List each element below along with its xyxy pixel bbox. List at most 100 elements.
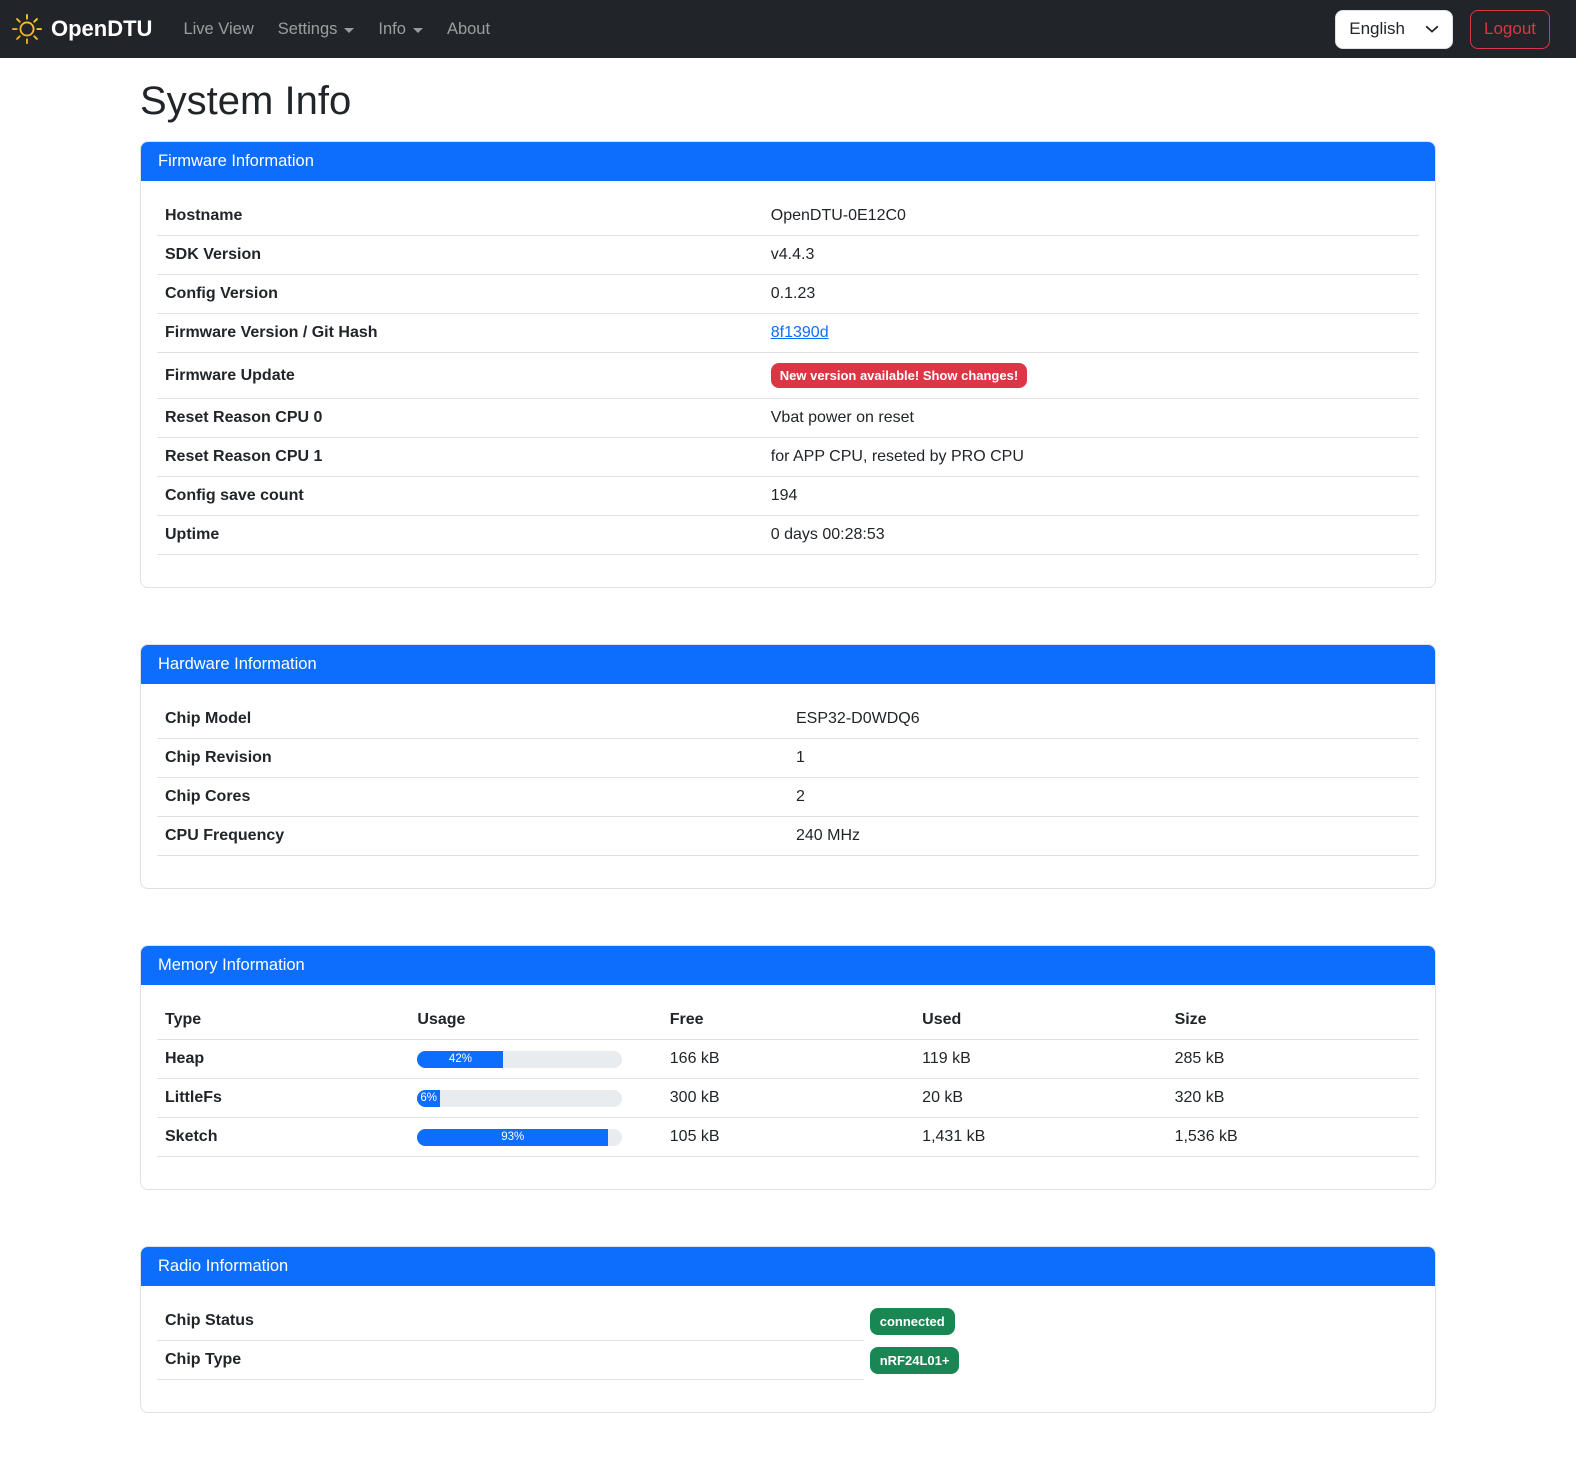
memory-used: 20 kB <box>914 1079 1166 1118</box>
page-title: System Info <box>140 79 1436 124</box>
nav-item-label: Settings <box>278 20 338 39</box>
row-value: 2 <box>788 778 1419 817</box>
logout-button[interactable]: Logout <box>1470 10 1550 49</box>
card-radio-information: Radio InformationChip StatusconnectedChi… <box>140 1246 1436 1413</box>
memory-type: LittleFs <box>157 1079 409 1118</box>
table-row: Chip Status connected <box>157 1302 1419 1341</box>
brand-link[interactable]: OpenDTU <box>12 14 152 44</box>
row-label: Chip Revision <box>157 739 788 778</box>
table-row: LittleFs6%300 kB20 kB320 kB <box>157 1079 1419 1118</box>
table-header-row: TypeUsageFreeUsedSize <box>157 1001 1419 1040</box>
card-body: Chip ModelESP32-D0WDQ6Chip Revision1Chip… <box>141 684 1435 888</box>
table-row: Config save count194 <box>157 477 1419 516</box>
row-label: Chip Cores <box>157 778 788 817</box>
card-header-title: Radio Information <box>141 1247 1435 1286</box>
nav-item-info[interactable]: Info <box>369 12 432 47</box>
git-hash-link[interactable]: 8f1390d <box>771 324 829 341</box>
table-row: Chip Type nRF24L01+ <box>157 1341 1419 1380</box>
navbar: OpenDTU Live View Settings Info About Engli… <box>0 0 1576 58</box>
row-value: Vbat power on reset <box>763 399 1419 438</box>
firmware-update-badge[interactable]: New version available! Show changes! <box>771 363 1027 388</box>
card-header-title: Memory Information <box>141 946 1435 985</box>
memory-size: 285 kB <box>1167 1040 1419 1079</box>
row-value: for APP CPU, reseted by PRO CPU <box>763 438 1419 477</box>
row-label: Reset Reason CPU 0 <box>157 399 763 438</box>
column-header-used: Used <box>914 1001 1166 1040</box>
column-header-size: Size <box>1167 1001 1419 1040</box>
progress-label: 93% <box>501 1131 524 1143</box>
chevron-down-icon <box>1425 22 1439 36</box>
row-label-text: Chip Type <box>165 1351 241 1369</box>
row-value: 1 <box>788 739 1419 778</box>
card-header-title: Firmware Information <box>141 142 1435 181</box>
language-selected-label: English <box>1349 19 1405 39</box>
row-value: 0.1.23 <box>763 275 1419 314</box>
main-content: System Info Firmware Information Hostname… <box>128 79 1448 1413</box>
memory-size: 1,536 kB <box>1167 1118 1419 1157</box>
table-row: Chip Cores2 <box>157 778 1419 817</box>
card-header-title: Hardware Information <box>141 645 1435 684</box>
row-value: connected <box>864 1302 955 1341</box>
memory-type: Heap <box>157 1040 409 1079</box>
table-row: Firmware Update New version available! Sh… <box>157 353 1419 399</box>
row-label: Chip Type <box>157 1341 864 1380</box>
memory-size: 320 kB <box>1167 1079 1419 1118</box>
progress-track: 42% <box>417 1051 622 1068</box>
language-select[interactable]: English <box>1335 10 1453 49</box>
table-row: CPU Frequency240 MHz <box>157 817 1419 856</box>
card-body: HostnameOpenDTU-0E12C0SDK Versionv4.4.3C… <box>141 181 1435 587</box>
info-table: HostnameOpenDTU-0E12C0SDK Versionv4.4.3C… <box>157 197 1419 555</box>
row-value: v4.4.3 <box>763 236 1419 275</box>
nav-item-label: Info <box>378 20 406 39</box>
progress-track: 6% <box>417 1090 622 1107</box>
row-label: Chip Status <box>157 1302 864 1341</box>
memory-used: 119 kB <box>914 1040 1166 1079</box>
table-row: Chip Revision1 <box>157 739 1419 778</box>
status-badge: nRF24L01+ <box>870 1347 960 1374</box>
nav-item-live-view[interactable]: Live View <box>174 12 262 47</box>
nav-item-about[interactable]: About <box>438 12 499 47</box>
memory-type: Sketch <box>157 1118 409 1157</box>
card-memory-information: Memory Information TypeUsageFreeUsedSizeH… <box>140 945 1436 1190</box>
row-value: nRF24L01+ <box>864 1341 960 1380</box>
progress-bar: 6% <box>417 1090 440 1107</box>
spacer <box>157 1380 1419 1396</box>
card-hardware-information: Hardware Information Chip ModelESP32-D0WD… <box>140 644 1436 889</box>
row-label: Config save count <box>157 477 763 516</box>
nav-item-label: Live View <box>183 20 253 39</box>
table-row: Heap 42% 166 kB119 kB285 kB <box>157 1040 1419 1079</box>
memory-free: 166 kB <box>662 1040 914 1079</box>
table-row: Firmware Version / Git Hash 8f1390d <box>157 314 1419 353</box>
row-label-text: Chip Status <box>165 1312 254 1330</box>
caret-down-icon <box>344 28 354 33</box>
row-label: SDK Version <box>157 236 763 275</box>
table-row: Config Version0.1.23 <box>157 275 1419 314</box>
memory-usage: 6% <box>409 1079 661 1118</box>
row-value: 0 days 00:28:53 <box>763 516 1419 555</box>
cards-container: Firmware Information HostnameOpenDTU-0E12… <box>140 141 1436 1413</box>
table-row: HostnameOpenDTU-0E12C0 <box>157 197 1419 236</box>
card-body: TypeUsageFreeUsedSizeHeap 42% 166 kB119 kB… <box>141 985 1435 1189</box>
caret-down-icon <box>413 28 423 33</box>
memory-used: 1,431 kB <box>914 1118 1166 1157</box>
nav-item-settings[interactable]: Settings <box>269 12 364 47</box>
row-value: 8f1390d <box>763 314 1419 353</box>
progress-label: 42% <box>449 1053 472 1065</box>
table-row: Uptime0 days 00:28:53 <box>157 516 1419 555</box>
progress-track: 93% <box>417 1129 622 1146</box>
row-label: Firmware Update <box>157 353 763 399</box>
memory-table: TypeUsageFreeUsedSizeHeap 42% 166 kB119 kB… <box>157 1001 1419 1157</box>
row-value: New version available! Show changes! <box>763 353 1419 399</box>
row-label: CPU Frequency <box>157 817 788 856</box>
progress-bar: 93% <box>417 1129 608 1146</box>
status-badge: connected <box>870 1308 955 1335</box>
row-value: OpenDTU-0E12C0 <box>763 197 1419 236</box>
info-table: Chip ModelESP32-D0WDQ6Chip Revision1Chip… <box>157 700 1419 856</box>
row-label: Firmware Version / Git Hash <box>157 314 763 353</box>
table-row: SDK Versionv4.4.3 <box>157 236 1419 275</box>
table-row: Sketch 93% 105 kB1,431 kB1,536 kB <box>157 1118 1419 1157</box>
table-row: Chip ModelESP32-D0WDQ6 <box>157 700 1419 739</box>
nav-links: Live View Settings Info About <box>174 12 1335 47</box>
memory-free: 105 kB <box>662 1118 914 1157</box>
row-label: Chip Model <box>157 700 788 739</box>
